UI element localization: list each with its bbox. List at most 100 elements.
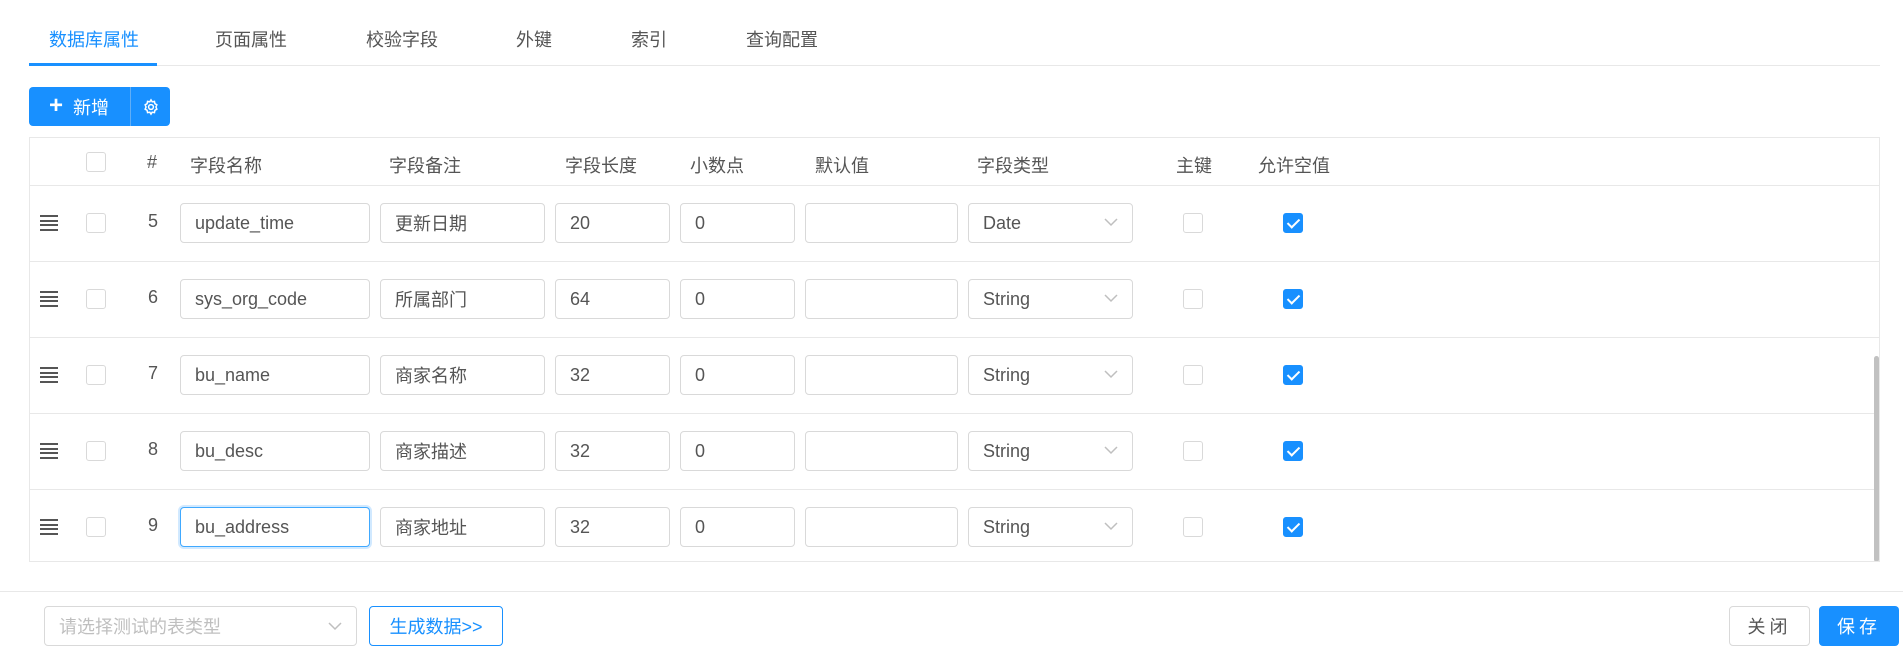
drag-handle-icon[interactable] — [40, 215, 58, 231]
tab-page-properties[interactable]: 页面属性 — [215, 26, 287, 66]
drag-handle-icon[interactable] — [40, 519, 58, 535]
field-type-value: String — [983, 516, 1031, 537]
field-length-input[interactable] — [555, 355, 670, 395]
nullable-checkbox[interactable] — [1283, 289, 1303, 309]
field-type-value: String — [983, 364, 1031, 385]
nullable-checkbox[interactable] — [1283, 517, 1303, 537]
drag-handle-icon[interactable] — [40, 443, 58, 459]
row-index: 9 — [148, 515, 159, 535]
field-type-select[interactable]: Date — [968, 203, 1133, 243]
field-comment-input[interactable] — [380, 355, 545, 395]
tab-query-config[interactable]: 查询配置 — [746, 26, 818, 66]
field-type-value: String — [983, 288, 1031, 309]
field-type-select[interactable]: String — [968, 431, 1133, 471]
decimal-input[interactable] — [680, 507, 795, 547]
header-default-value: 默认值 — [815, 156, 869, 176]
tab-validation-fields[interactable]: 校验字段 — [366, 26, 438, 66]
table-row: 9 String — [30, 490, 1879, 561]
header-nullable: 允许空值 — [1258, 156, 1330, 176]
row-index: 7 — [148, 363, 159, 383]
field-type-value: String — [983, 440, 1031, 461]
decimal-input[interactable] — [680, 279, 795, 319]
tab-indexes[interactable]: 索引 — [631, 26, 667, 66]
chevron-down-icon — [1104, 446, 1118, 455]
field-type-value: Date — [983, 212, 1022, 233]
table-type-placeholder: 请选择测试的表类型 — [59, 617, 221, 637]
column-settings-button[interactable] — [130, 87, 170, 126]
drag-handle-icon[interactable] — [40, 367, 58, 383]
row-select-checkbox[interactable] — [86, 213, 106, 233]
decimal-input[interactable] — [680, 431, 795, 471]
active-tab-indicator — [29, 63, 157, 66]
table-type-select[interactable]: 请选择测试的表类型 — [44, 606, 357, 646]
row-select-checkbox[interactable] — [86, 441, 106, 461]
add-button[interactable]: + 新增 — [29, 87, 130, 126]
plus-icon: + — [49, 91, 64, 119]
field-length-input[interactable] — [555, 507, 670, 547]
table-scrollbar[interactable] — [1874, 356, 1879, 561]
field-table: # 字段名称 字段备注 字段长度 小数点 默认值 字段类型 主键 允许空值 5 D… — [29, 137, 1880, 562]
header-field-type: 字段类型 — [977, 156, 1049, 176]
default-value-input[interactable] — [805, 203, 958, 243]
field-name-input[interactable] — [180, 279, 370, 319]
field-comment-input[interactable] — [380, 203, 545, 243]
primary-key-checkbox[interactable] — [1183, 289, 1203, 309]
row-select-checkbox[interactable] — [86, 289, 106, 309]
table-row: 7 String — [30, 338, 1879, 414]
field-type-select[interactable]: String — [968, 279, 1133, 319]
tab-database-properties[interactable]: 数据库属性 — [49, 26, 139, 66]
chevron-down-icon — [1104, 294, 1118, 303]
chevron-down-icon — [1104, 370, 1118, 379]
field-name-input[interactable] — [180, 507, 370, 547]
nullable-checkbox[interactable] — [1283, 441, 1303, 461]
field-type-select[interactable]: String — [968, 507, 1133, 547]
save-button[interactable]: 保存 — [1819, 606, 1899, 646]
field-length-input[interactable] — [555, 431, 670, 471]
add-button-label: 新增 — [73, 97, 110, 118]
header-field-comment: 字段备注 — [389, 156, 461, 176]
row-index: 5 — [148, 211, 159, 231]
tab-bar: 数据库属性 页面属性 校验字段 外键 索引 查询配置 — [29, 0, 1880, 66]
select-all-checkbox[interactable] — [86, 152, 106, 172]
row-index: 8 — [148, 439, 159, 459]
header-primary-key: 主键 — [1176, 156, 1212, 176]
field-comment-input[interactable] — [380, 279, 545, 319]
row-select-checkbox[interactable] — [86, 365, 106, 385]
table-header: # 字段名称 字段备注 字段长度 小数点 默认值 字段类型 主键 允许空值 — [30, 138, 1879, 186]
close-button[interactable]: 关闭 — [1729, 606, 1810, 646]
generate-data-button[interactable]: 生成数据>> — [369, 606, 503, 646]
default-value-input[interactable] — [805, 279, 958, 319]
chevron-down-icon — [1104, 522, 1118, 531]
primary-key-checkbox[interactable] — [1183, 441, 1203, 461]
header-field-length: 字段长度 — [565, 156, 637, 176]
field-name-input[interactable] — [180, 203, 370, 243]
primary-key-checkbox[interactable] — [1183, 517, 1203, 537]
toolbar: + 新增 — [29, 87, 170, 126]
field-type-select[interactable]: String — [968, 355, 1133, 395]
row-select-checkbox[interactable] — [86, 517, 106, 537]
field-length-input[interactable] — [555, 279, 670, 319]
field-comment-input[interactable] — [380, 507, 545, 547]
decimal-input[interactable] — [680, 355, 795, 395]
drag-handle-icon[interactable] — [40, 291, 58, 307]
tab-foreign-keys[interactable]: 外键 — [516, 26, 552, 66]
field-comment-input[interactable] — [380, 431, 545, 471]
primary-key-checkbox[interactable] — [1183, 213, 1203, 233]
nullable-checkbox[interactable] — [1283, 365, 1303, 385]
table-row: 6 String — [30, 262, 1879, 338]
primary-key-checkbox[interactable] — [1183, 365, 1203, 385]
footer-divider — [0, 591, 1903, 592]
row-index: 6 — [148, 287, 159, 307]
header-field-name: 字段名称 — [190, 156, 262, 176]
default-value-input[interactable] — [805, 355, 958, 395]
default-value-input[interactable] — [805, 507, 958, 547]
table-row: 8 String — [30, 414, 1879, 490]
field-name-input[interactable] — [180, 355, 370, 395]
header-index: # — [147, 152, 158, 172]
nullable-checkbox[interactable] — [1283, 213, 1303, 233]
chevron-down-icon — [328, 622, 342, 631]
field-length-input[interactable] — [555, 203, 670, 243]
field-name-input[interactable] — [180, 431, 370, 471]
default-value-input[interactable] — [805, 431, 958, 471]
decimal-input[interactable] — [680, 203, 795, 243]
